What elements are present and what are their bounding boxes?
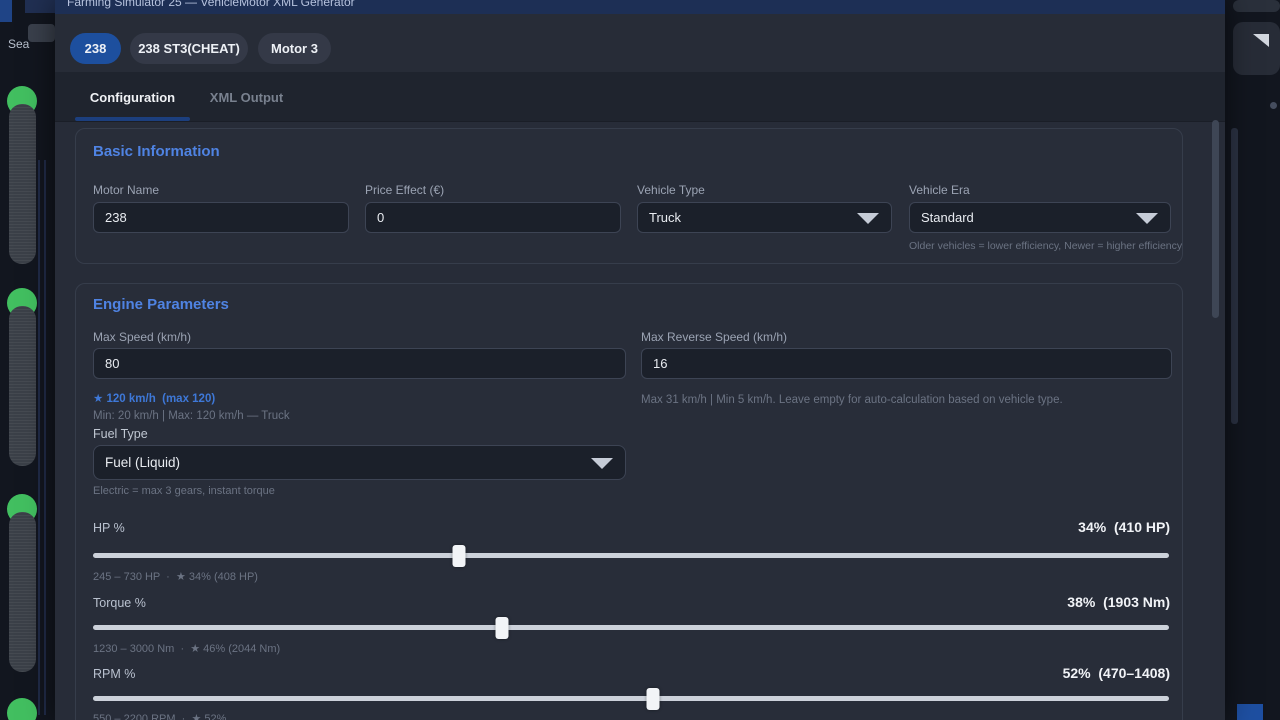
rpm-slider-track[interactable]: [93, 696, 1169, 701]
max-speed-range-hint: Min: 20 km/h | Max: 120 km/h — Truck: [93, 410, 290, 422]
rpm-slider: [93, 688, 1169, 710]
vehicle-type-value: Truck: [649, 210, 681, 225]
engine-parameters-title: Engine Parameters: [93, 296, 229, 313]
screen: Sea Farming Simulator 25 — VehicleMotor …: [0, 0, 1280, 720]
dialog-title: Farming Simulator 25 — VehicleMotor XML …: [67, 0, 1225, 9]
tab-xml-output-label: XML Output: [210, 90, 283, 105]
bg-partial-button: [28, 24, 55, 42]
page-scrollbar[interactable]: [1231, 128, 1238, 424]
max-speed-input[interactable]: [93, 348, 626, 379]
torque-slider-thumb[interactable]: [495, 617, 508, 639]
price-effect-label: Price Effect (€): [365, 183, 444, 197]
chevron-down-icon: [857, 213, 879, 224]
basic-information-card: Basic Information Motor Name Price Effec…: [75, 128, 1183, 264]
vehicle-type-label: Vehicle Type: [637, 183, 705, 197]
bg-list-item: [9, 306, 36, 466]
vehicle-era-hint: Older vehicles = lower efficiency, Newer…: [909, 240, 1182, 252]
view-tab-bar: Configuration XML Output: [55, 72, 1225, 122]
triangle-icon: [1253, 34, 1269, 47]
rpm-slider-label: RPM %: [93, 667, 135, 681]
chevron-down-icon: [591, 458, 613, 469]
motor-tabs-row: 238 238 ST3(CHEAT) Motor 3: [55, 14, 1225, 72]
fuel-type-value: Fuel (Liquid): [105, 455, 180, 470]
vehicle-era-label: Vehicle Era: [909, 183, 970, 197]
status-dot-icon: [7, 698, 37, 720]
bg-dot-icon: [1270, 102, 1277, 109]
bg-divider-line: [44, 160, 46, 715]
torque-slider-track[interactable]: [93, 625, 1169, 630]
max-speed-label: Max Speed (km/h): [93, 330, 191, 344]
max-reverse-speed-label: Max Reverse Speed (km/h): [641, 330, 787, 344]
bg-divider-line: [38, 160, 40, 715]
torque-slider-hint: 1230 – 3000 Nm · ★ 46% (2044 Nm): [93, 642, 280, 655]
rpm-slider-hint: 550 – 2200 RPM · ★ 52%: [93, 712, 226, 720]
hp-slider: [93, 545, 1169, 567]
hp-slider-hint: 245 – 730 HP · ★ 34% (408 HP): [93, 570, 258, 583]
vehiclemotor-generator-dialog: Farming Simulator 25 — VehicleMotor XML …: [55, 0, 1225, 720]
torque-slider-label: Torque %: [93, 596, 146, 610]
engine-parameters-card: Engine Parameters Max Speed (km/h) Max R…: [75, 283, 1183, 720]
fuel-type-select[interactable]: Fuel (Liquid): [93, 445, 626, 480]
fuel-type-hint: Electric = max 3 gears, instant torque: [93, 485, 275, 497]
vehicle-type-select[interactable]: Truck: [637, 202, 892, 233]
motor-tab-238[interactable]: 238: [70, 33, 121, 64]
bg-list-item: [9, 104, 36, 264]
active-tab-underline: [75, 117, 190, 121]
price-effect-input[interactable]: [365, 202, 621, 233]
basic-information-title: Basic Information: [93, 143, 220, 160]
tab-xml-output[interactable]: XML Output: [190, 72, 303, 122]
motor-name-label: Motor Name: [93, 183, 159, 197]
tab-configuration-label: Configuration: [90, 90, 175, 105]
hp-slider-label: HP %: [93, 521, 125, 535]
vehicle-era-select[interactable]: Standard: [909, 202, 1171, 233]
bg-search-label: Sea: [8, 37, 29, 51]
tab-configuration[interactable]: Configuration: [75, 72, 190, 122]
rpm-slider-thumb[interactable]: [646, 688, 659, 710]
configuration-panel: Basic Information Motor Name Price Effec…: [55, 122, 1225, 720]
vehicle-era-value: Standard: [921, 210, 974, 225]
torque-slider: [93, 617, 1169, 639]
motor-tab-motor-3[interactable]: Motor 3: [258, 33, 331, 64]
torque-slider-value: 38% (1903 Nm): [1067, 594, 1170, 610]
motor-tab-238-st3[interactable]: 238 ST3(CHEAT): [130, 33, 248, 64]
chevron-down-icon: [1136, 213, 1158, 224]
hp-slider-value: 34% (410 HP): [1078, 519, 1170, 535]
max-reverse-speed-input[interactable]: [641, 348, 1172, 379]
rpm-slider-value: 52% (470–1408): [1063, 665, 1170, 681]
fuel-type-label: Fuel Type: [93, 427, 148, 441]
max-speed-star-hint: ★ 120 km/h (max 120): [93, 391, 215, 405]
motor-name-input[interactable]: [93, 202, 349, 233]
hp-slider-thumb[interactable]: [452, 545, 465, 567]
bg-submit-button[interactable]: [1233, 22, 1280, 75]
bg-blue-block: [0, 0, 12, 22]
bg-blue-button-edge: [1237, 704, 1263, 720]
max-reverse-speed-hint: Max 31 km/h | Min 5 km/h. Leave empty fo…: [641, 394, 1063, 406]
bg-top-pill: [1233, 0, 1280, 12]
bg-list-item: [9, 512, 36, 672]
hp-slider-track[interactable]: [93, 553, 1169, 558]
dialog-scrollbar-thumb[interactable]: [1212, 120, 1219, 318]
bg-navy-block: [25, 0, 55, 13]
dialog-titlebar: Farming Simulator 25 — VehicleMotor XML …: [55, 0, 1225, 14]
